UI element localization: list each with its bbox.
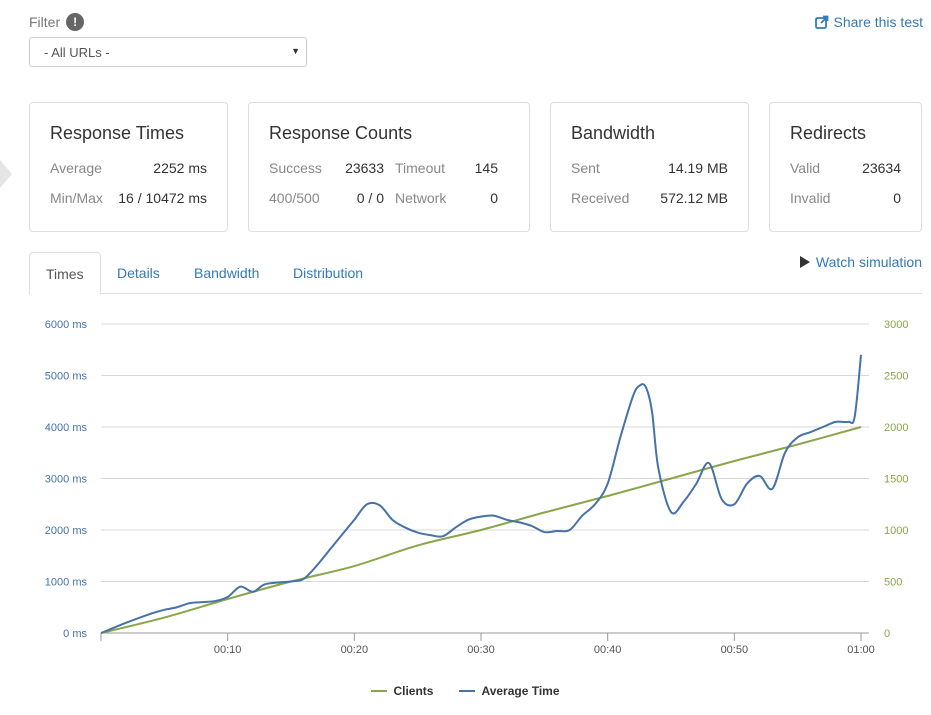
y-right-tick-label: 1500: [884, 474, 908, 486]
timeout-label: Timeout: [395, 160, 446, 176]
y-left-tick-label: 1000 ms: [45, 577, 88, 589]
success-value: 23633: [345, 160, 384, 176]
response-times-card: Response Times Average 2252 ms Min/Max 1…: [29, 102, 228, 232]
errors-value: 0 / 0: [356, 190, 384, 206]
card-title: Response Times: [50, 123, 185, 143]
filter-label: Filter !: [29, 13, 85, 31]
x-tick-label: 00:10: [214, 644, 242, 656]
invalid-label: Invalid: [790, 190, 831, 206]
card-title: Bandwidth: [571, 123, 656, 143]
legend-item-clients[interactable]: Clients: [371, 684, 433, 698]
valid-label: Valid: [790, 160, 821, 176]
y-right-tick-label: 500: [884, 577, 902, 589]
sent-value: 14.19 MB: [668, 160, 728, 176]
tab-distribution[interactable]: Distribution: [277, 252, 379, 294]
invalid-value: 0: [893, 190, 901, 206]
errors-label: 400/500: [269, 190, 320, 206]
y-left-tick-label: 3000 ms: [45, 474, 88, 486]
y-left-tick-label: 6000 ms: [45, 319, 88, 331]
average-label: Average: [50, 160, 102, 176]
received-label: Received: [571, 190, 630, 206]
watch-simulation-label: Watch simulation: [815, 254, 922, 270]
y-right-tick-label: 2500: [884, 371, 908, 383]
timeout-value: 145: [474, 160, 498, 176]
y-right-tick-label: 1000: [884, 525, 908, 537]
chart-legend: Clients Average Time: [0, 684, 931, 698]
success-label: Success: [269, 160, 322, 176]
x-tick-label: 00:50: [721, 644, 749, 656]
response-counts-card: Response Counts Success 23633 Timeout 14…: [248, 102, 530, 232]
tab-details[interactable]: Details: [101, 252, 176, 294]
average-value: 2252 ms: [153, 160, 207, 176]
y-left-tick-label: 4000 ms: [45, 422, 88, 434]
legend-item-average-time[interactable]: Average Time: [459, 684, 560, 698]
watch-simulation-link[interactable]: Watch simulation: [799, 254, 922, 270]
y-right-tick-label: 2000: [884, 422, 908, 434]
sent-label: Sent: [571, 160, 600, 176]
carousel-left-arrow-icon[interactable]: [0, 160, 12, 188]
tab-times[interactable]: Times: [29, 252, 101, 295]
caret-down-icon: ▼: [291, 46, 300, 56]
average-time-series-line: [100, 354, 862, 634]
redirects-card: Redirects Valid 23634 Invalid 0: [769, 102, 922, 232]
received-value: 572.12 MB: [660, 190, 728, 206]
chart-tabs: Times Details Bandwidth Distribution: [29, 252, 922, 295]
legend-label: Average Time: [481, 684, 560, 698]
x-tick-label: 00:20: [341, 644, 369, 656]
minmax-value: 16 / 10472 ms: [118, 190, 207, 206]
legend-swatch: [371, 690, 388, 692]
y-left-tick-label: 2000 ms: [45, 525, 88, 537]
network-value: 0: [490, 190, 498, 206]
play-icon: [799, 256, 810, 268]
y-left-tick-label: 5000 ms: [45, 371, 88, 383]
x-tick-label: 00:30: [467, 644, 495, 656]
y-right-tick-label: 0: [884, 628, 890, 640]
tab-bandwidth[interactable]: Bandwidth: [178, 252, 275, 294]
x-tick-label: 00:40: [594, 644, 622, 656]
card-title: Redirects: [790, 123, 867, 143]
share-icon: [814, 15, 828, 29]
y-right-tick-label: 3000: [884, 319, 908, 331]
share-link[interactable]: Share this test: [814, 14, 924, 30]
url-filter-value: - All URLs -: [44, 45, 110, 60]
bandwidth-card: Bandwidth Sent 14.19 MB Received 572.12 …: [550, 102, 749, 232]
card-title: Response Counts: [269, 123, 413, 143]
valid-value: 23634: [862, 160, 901, 176]
x-tick-label: 01:00: [847, 644, 875, 656]
legend-label: Clients: [393, 684, 434, 698]
network-label: Network: [395, 190, 447, 206]
share-label: Share this test: [833, 14, 924, 30]
url-filter-select[interactable]: - All URLs - ▼: [29, 37, 307, 67]
legend-swatch: [459, 690, 476, 692]
response-time-chart: 0 ms 0 1000 ms 500 2000 ms 1000 3000 ms 1500 400…: [45, 319, 909, 656]
info-icon[interactable]: !: [66, 13, 85, 31]
minmax-label: Min/Max: [50, 190, 103, 206]
y-left-tick-label: 0 ms: [63, 628, 87, 640]
